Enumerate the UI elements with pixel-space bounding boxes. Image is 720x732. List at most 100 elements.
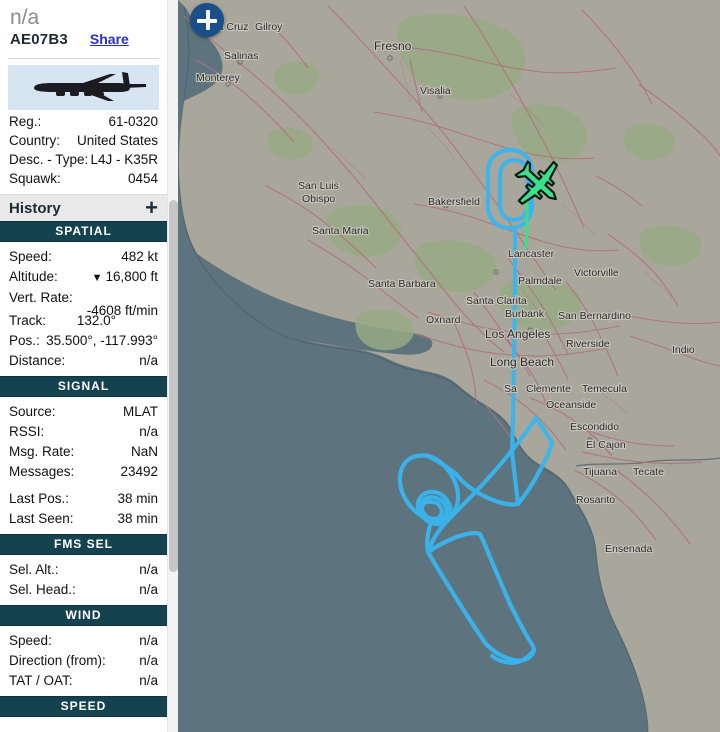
data-row-speed: Speed: 482 kt: [0, 247, 167, 267]
info-label: Desc. - Type:: [9, 152, 89, 167]
row-value: n/a: [139, 653, 158, 668]
row-label: Last Pos.:: [9, 491, 70, 506]
map-place-label: Burbank: [505, 308, 545, 320]
row-label: Speed:: [9, 249, 52, 264]
row-label: Track:: [9, 313, 46, 328]
share-link[interactable]: Share: [90, 31, 129, 47]
row-label: Sel. Head.:: [9, 582, 76, 597]
row-label: Vert. Rate:: [9, 290, 73, 305]
data-row-rssi: RSSI: n/a: [0, 422, 167, 442]
row-label: Msg. Rate:: [9, 444, 75, 459]
row-value: 23492: [120, 464, 158, 479]
info-value: L4J - K35R: [90, 152, 158, 167]
row-value: MLAT: [122, 404, 158, 419]
map-place-label: Bakersfield: [428, 196, 480, 208]
section-body-fms-sel: Sel. Alt.: n/a Sel. Head.: n/a: [0, 555, 167, 605]
map-place-label: Santa Maria: [312, 225, 369, 237]
aircraft-photo: [8, 65, 159, 110]
row-value: 38 min: [117, 491, 158, 506]
row-value: ▼ 16,800 ft: [92, 267, 158, 288]
map-place-label: Oceanside: [546, 399, 596, 411]
row-value: n/a: [139, 673, 158, 688]
data-row-sel-head: Sel. Head.: n/a: [0, 580, 167, 600]
row-label: TAT / OAT:: [9, 673, 73, 688]
map-place-label: Lancaster: [508, 248, 555, 260]
row-spacer: [0, 482, 167, 489]
map-place-label: Temecula: [582, 383, 627, 395]
info-value: 61-0320: [108, 114, 158, 129]
info-value: 0454: [127, 171, 158, 186]
section-body-wind: Speed: n/a Direction (from): n/a TAT / O…: [0, 626, 167, 696]
section-body-spatial: Speed: 482 kt Altitude: ▼ 16,800 ft Vert.…: [0, 242, 167, 376]
info-label: Country:: [9, 133, 61, 148]
altitude-value: 16,800 ft: [105, 269, 158, 284]
info-label: Reg.:: [9, 114, 42, 129]
map-place-label: El Cajon: [586, 439, 626, 451]
history-bar[interactable]: History +: [0, 194, 167, 221]
row-label: Speed:: [9, 633, 52, 648]
map-place-label: San Bernardino: [558, 310, 631, 322]
map-place-label: Fresno: [374, 39, 412, 53]
data-row-sel-alt: Sel. Alt.: n/a: [0, 560, 167, 580]
map-place-label: Los Angeles: [485, 327, 550, 341]
map-canvas[interactable]: Santa CruzGilroySalinasMontereyFresnoVis…: [178, 0, 720, 732]
zoom-in-button[interactable]: [190, 3, 224, 37]
row-label: Distance:: [9, 353, 66, 368]
map-place-label: Tijuana: [583, 466, 617, 478]
aircraft-info-list: Reg.: 61-0320 Country: United States Des…: [0, 112, 167, 188]
history-label: History: [9, 199, 61, 217]
map-place-label: Oxnard: [426, 314, 461, 326]
info-row: Squawk: 0454: [0, 169, 167, 188]
info-row: Country: United States: [0, 131, 167, 150]
sidebar-scrollbar-thumb[interactable]: [169, 200, 178, 572]
info-value: United States: [76, 133, 158, 148]
info-row: Reg.: 61-0320: [0, 112, 167, 131]
section-header-fms-sel: FMS SEL: [0, 534, 167, 555]
row-label: Altitude:: [9, 269, 58, 284]
info-label: Squawk:: [9, 171, 61, 186]
data-row-vertical-rate: Vert. Rate: -4608 ft/min: [0, 288, 167, 318]
flight-tracker-app: n/a AE07B3 Share Reg.: 61-0320 Country: …: [0, 0, 720, 732]
section-header-signal: SIGNAL: [0, 376, 167, 397]
data-row-wind-direction: Direction (from): n/a: [0, 651, 167, 671]
map-place-label: Indio: [672, 344, 695, 356]
callsign-text: n/a: [10, 6, 40, 29]
row-value: NaN: [130, 444, 158, 459]
data-row-tat-oat: TAT / OAT: n/a: [0, 671, 167, 691]
map-place-label: Sa: [504, 383, 517, 395]
map-place-label: Rosarito: [576, 494, 615, 506]
aircraft-header: n/a AE07B3 Share: [0, 0, 167, 52]
section-header-wind: WIND: [0, 605, 167, 626]
data-row-last-pos: Last Pos.: 38 min: [0, 489, 167, 509]
row-value: n/a: [139, 353, 158, 368]
row-label: Sel. Alt.:: [9, 562, 59, 577]
row-value: n/a: [139, 562, 158, 577]
row-label: RSSI:: [9, 424, 45, 439]
row-value: n/a: [139, 633, 158, 648]
map-place-label: Salinas: [224, 50, 258, 62]
map-svg: Santa CruzGilroySalinasMontereyFresnoVis…: [178, 0, 720, 732]
map-place-label: Palmdale: [518, 275, 562, 287]
data-row-track: Track: 132.0°: [0, 311, 167, 331]
map-place-label: Ensenada: [605, 543, 652, 555]
row-value: 38 min: [117, 511, 158, 526]
row-label: Pos.:: [9, 333, 40, 348]
map-place-label: Clemente: [526, 383, 571, 395]
section-body-signal: Source: MLAT RSSI: n/a Msg. Rate: NaN Me…: [0, 397, 167, 534]
row-value: 132.0°: [76, 313, 116, 328]
row-value: 482 kt: [121, 249, 158, 264]
map-place-label: Victorville: [574, 267, 619, 279]
row-value: n/a: [139, 424, 158, 439]
map-place-label: Visalia: [420, 85, 451, 97]
row-value: n/a: [139, 582, 158, 597]
data-row-distance: Distance: n/a: [0, 351, 167, 371]
row-label: Last Seen:: [9, 511, 74, 526]
header-divider: [8, 58, 159, 59]
map-place-label: Riverside: [566, 338, 610, 350]
aircraft-silhouette-icon: [33, 71, 146, 101]
aircraft-info-sidebar: n/a AE07B3 Share Reg.: 61-0320 Country: …: [0, 0, 167, 732]
data-row-last-seen: Last Seen: 38 min: [0, 509, 167, 529]
row-label: Direction (from):: [9, 653, 106, 668]
map-place-label: Obispo: [302, 193, 335, 205]
add-icon[interactable]: +: [145, 197, 158, 219]
